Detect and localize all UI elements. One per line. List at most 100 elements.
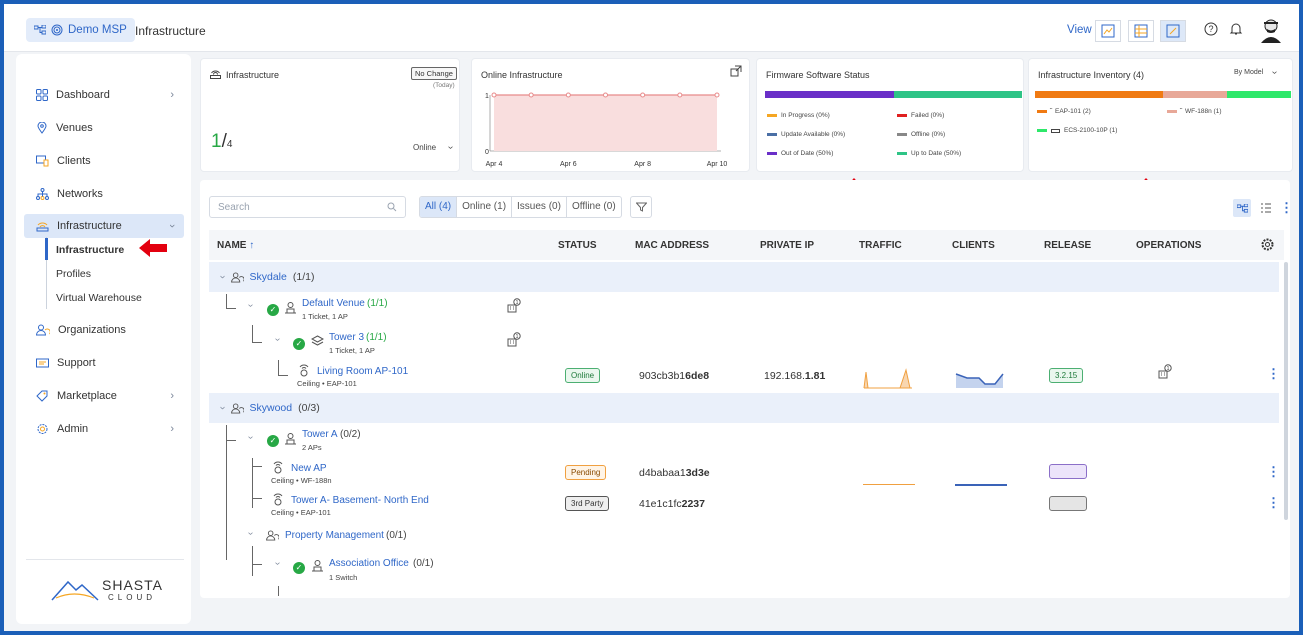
ticket-building-icon[interactable]: 1	[1157, 364, 1173, 380]
help-icon[interactable]: ?	[1204, 22, 1218, 36]
row-subtitle: 2 APs	[302, 443, 322, 452]
status-badge: 3rd Party	[565, 496, 610, 511]
group-by-dropdown[interactable]: By Model ›	[1234, 69, 1280, 76]
group-row[interactable]: › Skydale (1/1)	[209, 262, 1279, 292]
tree-connector	[278, 375, 288, 376]
view-list-button[interactable]	[1160, 20, 1186, 42]
row-subtitle: Ceiling • EAP-101	[297, 379, 357, 388]
gear-icon[interactable]	[1261, 238, 1274, 251]
logo-text: SHASTA	[102, 577, 163, 593]
column-header-release[interactable]: RELEASE	[1044, 240, 1091, 251]
advanced-filter-button[interactable]	[630, 196, 652, 218]
submenu-active-indicator	[45, 238, 48, 260]
ip-suffix: 1.81	[804, 370, 826, 382]
users-icon	[266, 530, 279, 541]
submenu-item-virtual-warehouse[interactable]: Virtual Warehouse	[56, 292, 142, 304]
sidebar-item-marketplace[interactable]: Marketplace ›	[24, 384, 184, 408]
row-name[interactable]: Association Office	[329, 558, 409, 569]
tree-connector	[278, 586, 279, 596]
group-count: (0/3)	[298, 402, 320, 414]
status-filter-value: Online	[413, 143, 437, 152]
chevron-right-icon: ›	[170, 390, 174, 402]
row-name[interactable]: New AP	[291, 463, 327, 474]
row-name[interactable]: Tower A- Basement- North End	[291, 495, 429, 506]
filter-all[interactable]: All (4)	[420, 197, 458, 217]
legend-label: Out of Date (50%)	[781, 150, 834, 157]
topology-icon	[34, 25, 46, 35]
filter-online[interactable]: Online (1)	[457, 197, 513, 217]
sidebar-item-support[interactable]: Support	[24, 351, 184, 375]
submenu-item-infrastructure[interactable]: Infrastructure	[56, 244, 124, 256]
sidebar-item-admin[interactable]: Admin ›	[24, 417, 184, 441]
sidebar-item-organizations[interactable]: Organizations	[24, 318, 184, 342]
data-point	[565, 92, 571, 98]
row-count: (0/1)	[413, 558, 434, 569]
brand-label: Demo MSP	[68, 24, 127, 36]
row-subtitle: 1 Switch	[329, 573, 358, 582]
row-name[interactable]: Property Management	[285, 530, 384, 541]
column-header-traffic[interactable]: TRAFFIC	[859, 240, 902, 251]
ticket-building-icon[interactable]: 1	[506, 298, 522, 314]
card-title: Firmware Software Status	[766, 70, 870, 80]
chevron-down-icon[interactable]: ›	[245, 304, 256, 307]
chevron-down-icon[interactable]: ›	[272, 562, 283, 565]
row-name[interactable]: Living Room AP-101	[317, 366, 408, 377]
group-row[interactable]: › Skywood (0/3)	[209, 393, 1279, 423]
sidebar-item-clients[interactable]: Clients	[24, 149, 184, 173]
org-switcher[interactable]: Demo MSP	[26, 18, 135, 42]
change-badge: No Change	[411, 67, 457, 80]
y-tick-label: 1	[485, 93, 489, 100]
group-name[interactable]: Skydale	[250, 271, 287, 283]
ticket-icon	[36, 358, 49, 368]
infrastructure-table-panel: Search All (4) Online (1) Issues (0) Off…	[200, 180, 1293, 598]
logo-subtext: CLOUD	[108, 593, 157, 602]
chevron-down-icon[interactable]: ›	[245, 532, 256, 535]
chevron-down-icon[interactable]: ›	[272, 338, 283, 341]
column-header-name[interactable]: NAME ↑	[217, 240, 254, 251]
bar-segment-wf-188n	[1163, 91, 1227, 98]
legend-label: Update Available (0%)	[781, 131, 846, 138]
sidebar-item-venues[interactable]: Venues	[24, 116, 184, 140]
filter-offline[interactable]: Offline (0)	[567, 197, 621, 217]
row-menu-icon[interactable]: ⋮	[1267, 495, 1280, 511]
change-badge-sub: (Today)	[433, 82, 455, 89]
row-name[interactable]: Tower 3	[329, 332, 364, 343]
mac-prefix: 41e1c1fc	[639, 498, 682, 510]
row-name[interactable]: Tower A	[302, 429, 338, 440]
list-view-button[interactable]	[1256, 199, 1274, 217]
online-count-numerator: 1	[211, 131, 222, 152]
bell-icon[interactable]	[1229, 22, 1243, 36]
x-tick-label: Apr 4	[486, 161, 503, 168]
user-avatar[interactable]	[1259, 17, 1283, 43]
chevron-down-icon[interactable]: ›	[245, 436, 256, 439]
status-filter-dropdown[interactable]: Online ›	[413, 143, 456, 152]
row-menu-icon[interactable]: ⋮	[1267, 464, 1280, 480]
column-header-operations[interactable]: OPERATIONS	[1136, 240, 1201, 251]
column-header-status[interactable]: STATUS	[558, 240, 597, 251]
column-header-private-ip[interactable]: PRIVATE IP	[760, 240, 814, 251]
tree-view-button[interactable]	[1233, 199, 1251, 217]
sidebar-item-dashboard[interactable]: Dashboard ›	[24, 83, 184, 107]
top-bar: Demo MSP Infrastructure View ?	[4, 4, 1299, 52]
table-scrollbar[interactable]	[1284, 262, 1288, 520]
mac-address: d4babaa13d3e	[639, 467, 710, 479]
group-name[interactable]: Skywood	[250, 402, 293, 414]
submenu-item-profiles[interactable]: Profiles	[56, 268, 91, 280]
column-header-clients[interactable]: CLIENTS	[952, 240, 995, 251]
column-header-mac[interactable]: MAC ADDRESS	[635, 240, 709, 251]
sidebar-item-networks[interactable]: Networks	[24, 182, 184, 206]
filter-issues[interactable]: Issues (0)	[512, 197, 567, 217]
more-options-icon[interactable]: ⋮	[1280, 200, 1293, 216]
row-subtitle: Ceiling • EAP-101	[271, 508, 331, 517]
view-map-button[interactable]	[1095, 20, 1121, 42]
tree-connector	[252, 325, 253, 342]
search-input[interactable]: Search	[209, 196, 406, 218]
row-menu-icon[interactable]: ⋮	[1267, 366, 1280, 382]
sidebar-item-infrastructure[interactable]: Infrastructure ›	[24, 214, 184, 238]
view-floorplan-button[interactable]	[1128, 20, 1154, 42]
row-count: (1/1)	[366, 332, 387, 343]
row-name[interactable]: Default Venue	[302, 298, 365, 309]
ticket-building-icon[interactable]: 1	[506, 332, 522, 348]
router-icon	[210, 70, 221, 79]
legend-label: Offline (0%)	[911, 131, 946, 138]
